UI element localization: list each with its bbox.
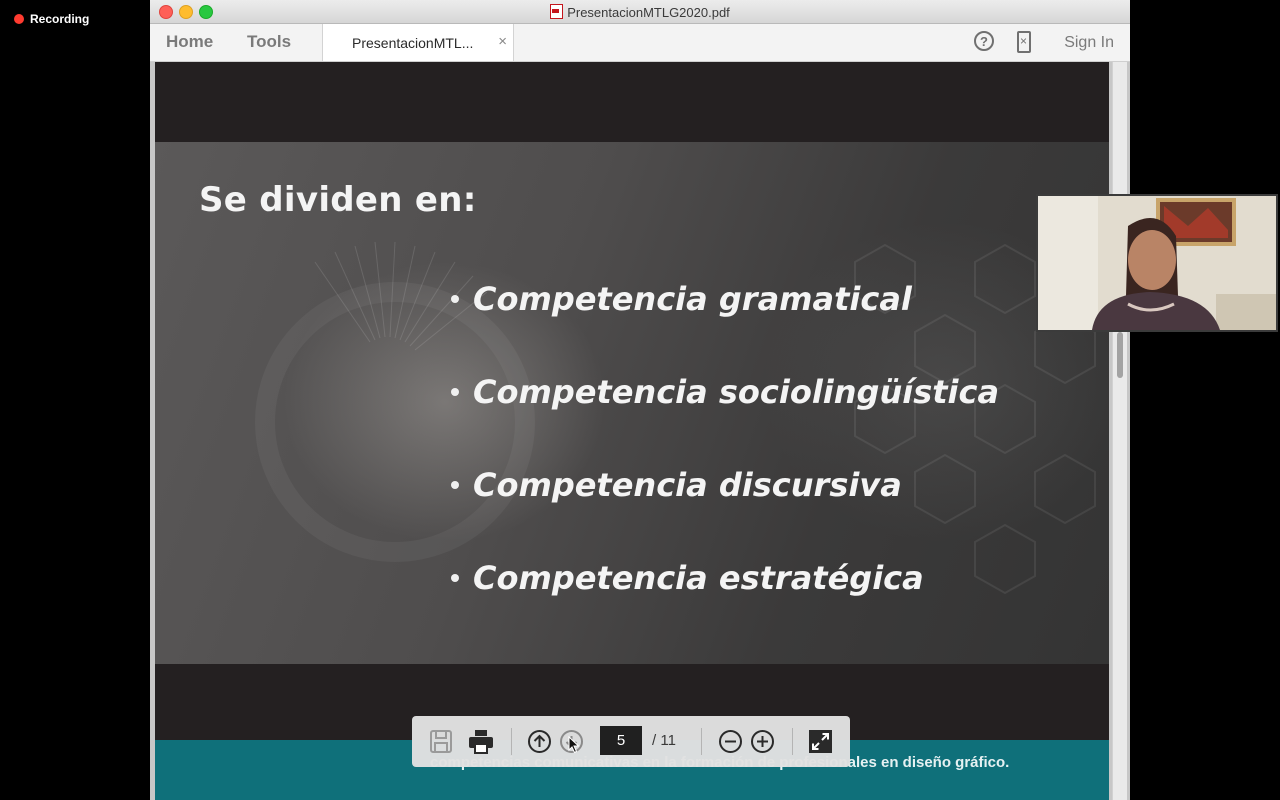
bullet-item: Competencia discursiva (449, 460, 999, 553)
window-title: PresentacionMTLG2020.pdf (150, 4, 1130, 20)
bullet-text: Competencia gramatical (473, 280, 912, 318)
mobile-link-icon[interactable] (1017, 31, 1031, 53)
separator (511, 728, 512, 755)
recording-label: Recording (30, 12, 90, 26)
print-icon[interactable] (468, 729, 494, 754)
bullet-dot-icon (451, 295, 459, 303)
webcam-video[interactable] (1036, 194, 1278, 332)
fit-page-icon[interactable] (808, 729, 833, 754)
app-toolbar: Home Tools PresentacionMTL... × ? Sign I… (150, 24, 1130, 62)
slide: Se dividen en: Competencia gramatical Co… (155, 142, 1109, 664)
arrow-up-circle-icon[interactable] (527, 729, 552, 754)
vertical-scrollbar[interactable] (1112, 62, 1127, 800)
title-bar: PresentacionMTLG2020.pdf (150, 0, 1130, 24)
tools-tab[interactable]: Tools (247, 32, 291, 52)
separator (701, 728, 702, 755)
home-tab[interactable]: Home (166, 32, 213, 52)
bullet-item: Competencia estratégica (449, 553, 999, 646)
scrollbar-thumb[interactable] (1117, 332, 1123, 378)
bullet-text: Competencia estratégica (473, 559, 924, 597)
recording-indicator: Recording (14, 12, 89, 26)
record-dot-icon (14, 14, 24, 24)
bullet-dot-icon (451, 388, 459, 396)
mouse-cursor-icon (568, 736, 580, 754)
bullet-text: Competencia discursiva (473, 466, 902, 504)
document-tab-label: PresentacionMTL... (352, 35, 474, 51)
bullet-dot-icon (451, 574, 459, 582)
pdf-file-icon (550, 4, 564, 19)
bullet-list: Competencia gramatical Competencia socio… (449, 274, 999, 646)
bullet-item: Competencia gramatical (449, 274, 999, 367)
slide-heading: Se dividen en: (199, 180, 477, 220)
bullet-text: Competencia sociolingüística (473, 373, 1000, 411)
page-number-input[interactable]: 5 (600, 726, 642, 755)
pdf-page: Se dividen en: Competencia gramatical Co… (155, 62, 1109, 800)
zoom-out-icon[interactable] (718, 729, 743, 754)
close-tab-icon[interactable]: × (498, 33, 507, 50)
save-icon[interactable] (428, 729, 454, 754)
sign-in-button[interactable]: Sign In (1064, 34, 1114, 52)
pdf-viewer-window: PresentacionMTLG2020.pdf Home Tools Pres… (150, 0, 1130, 800)
document-viewport[interactable]: Se dividen en: Competencia gramatical Co… (150, 62, 1130, 800)
help-icon[interactable]: ? (974, 31, 994, 51)
separator (792, 728, 793, 755)
page-total: / 11 (652, 732, 676, 749)
zoom-in-icon[interactable] (750, 729, 775, 754)
document-tab[interactable]: PresentacionMTL... × (322, 24, 514, 61)
window-title-text: PresentacionMTLG2020.pdf (567, 5, 730, 20)
bullet-item: Competencia sociolingüística (449, 367, 999, 460)
presenter-video-frame (1038, 196, 1276, 330)
bullet-dot-icon (451, 481, 459, 489)
page-controls-bar: 5 / 11 (412, 716, 850, 767)
